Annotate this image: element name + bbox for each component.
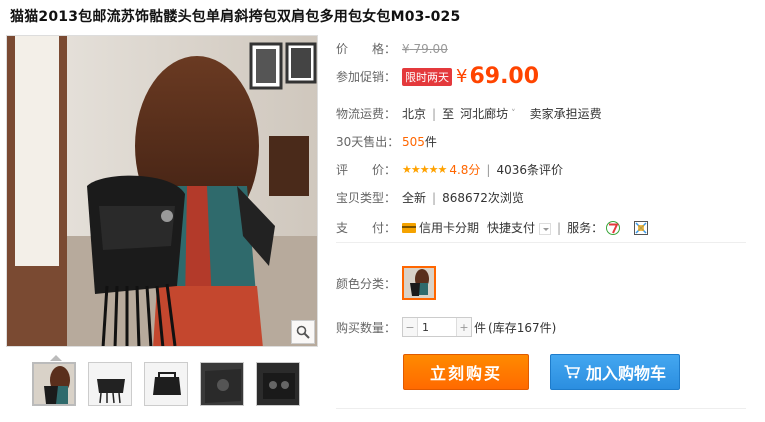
promo-row: 参加促销： 限时两天 ¥ 69.00 xyxy=(336,64,539,89)
shipping-to-word: 至 xyxy=(442,107,455,121)
chevron-down-icon[interactable]: ˅ xyxy=(511,109,516,119)
thumbnail-4[interactable] xyxy=(200,362,244,406)
color-row: 颜色分类： xyxy=(336,266,436,300)
cart-icon xyxy=(564,365,580,379)
shipping-row: 物流运费： 北京 | 至 河北廊坊 ˅ 卖家承担运费 xyxy=(336,105,602,122)
review-count-link[interactable]: 4036条评价 xyxy=(496,161,563,178)
product-photo xyxy=(7,36,317,346)
price-label: 价 格： xyxy=(336,42,397,56)
rating-score: 4.8分 xyxy=(449,163,481,177)
sales-label: 30天售出： xyxy=(336,135,400,149)
rating-row: 评 价： ★★★★★ 4.8分 | 4036条评价 xyxy=(336,161,563,178)
payment-row: 支 付： 信用卡分期 快捷支付 | 服务： xyxy=(336,219,649,236)
promo-currency: ¥ xyxy=(456,66,468,87)
original-price: ¥ 79.00 xyxy=(402,42,448,56)
zoom-button[interactable] xyxy=(291,320,315,344)
rating-stars: ★★★★★ xyxy=(402,163,447,176)
item-type-row: 宝贝类型： 全新 | 868672次浏览 xyxy=(336,189,524,206)
thumbnail-5-image xyxy=(257,363,299,405)
shipping-separator: | xyxy=(432,106,437,121)
rating-separator: | xyxy=(486,162,491,177)
thumbnail-2-image xyxy=(89,363,131,405)
thumbnail-3[interactable] xyxy=(144,362,188,406)
stock-count: (库存167件) xyxy=(488,320,557,335)
color-option-1-image xyxy=(404,268,434,298)
rating-label: 评 价： xyxy=(336,163,397,177)
shipping-from: 北京 xyxy=(402,107,427,121)
item-type-label: 宝贝类型： xyxy=(336,191,397,205)
price-row: 价 格： ¥ 79.00 xyxy=(336,40,448,57)
product-title: 猫猫2013包邮流苏饰骷髅头包单肩斜挎包双肩包多用包女包M03-025 xyxy=(10,9,461,25)
quantity-stepper: − + xyxy=(402,317,472,337)
shipping-label: 物流运费： xyxy=(336,107,397,121)
thumbnail-1[interactable] xyxy=(32,362,76,406)
seven-day-return-icon[interactable] xyxy=(606,220,621,235)
quantity-input[interactable] xyxy=(417,318,457,336)
thumbnail-1-image xyxy=(34,364,74,404)
main-product-image[interactable] xyxy=(6,35,318,347)
color-label: 颜色分类： xyxy=(336,276,397,291)
thumbnail-2[interactable] xyxy=(88,362,132,406)
thumbnail-4-image xyxy=(201,363,243,405)
promo-tag: 限时两天 xyxy=(402,67,452,86)
payment-dropdown-icon[interactable] xyxy=(539,222,552,235)
shipping-destination[interactable]: 河北廊坊 xyxy=(460,105,508,122)
thumbnail-5[interactable] xyxy=(256,362,300,406)
promo-price: 69.00 xyxy=(469,64,540,89)
sales-count: 505 xyxy=(402,134,425,149)
quick-pay[interactable]: 快捷支付 xyxy=(487,219,535,236)
thumb-active-indicator xyxy=(50,355,62,361)
color-option-1[interactable] xyxy=(402,266,436,300)
add-to-cart-button[interactable]: 加入购物车 xyxy=(550,354,680,390)
credit-card-icon xyxy=(402,222,416,233)
view-count: 868672次浏览 xyxy=(442,191,524,205)
options-divider-bottom xyxy=(336,408,746,409)
promo-label: 参加促销： xyxy=(336,70,397,84)
original-price-value: 79.00 xyxy=(413,41,448,56)
payment-separator: | xyxy=(557,220,562,235)
buy-now-button[interactable]: 立刻购买 xyxy=(403,354,529,390)
payment-label: 支 付： xyxy=(336,221,397,235)
magnifier-icon xyxy=(296,325,310,339)
guarantee-icon[interactable] xyxy=(634,220,649,235)
quantity-row: 购买数量： − + 件 (库存167件) xyxy=(336,317,556,337)
thumbnail-3-image xyxy=(145,363,187,405)
thumbnail-strip xyxy=(32,362,300,406)
sales-row: 30天售出： 505 件 xyxy=(336,133,437,150)
options-divider-top xyxy=(336,242,746,243)
item-type-separator: | xyxy=(432,190,437,205)
original-price-currency: ¥ xyxy=(402,41,410,56)
shipping-fee: 卖家承担运费 xyxy=(529,107,602,121)
credit-installment[interactable]: 信用卡分期 xyxy=(419,219,479,236)
item-condition: 全新 xyxy=(402,191,427,205)
service-label: 服务： xyxy=(567,221,604,235)
quantity-label: 购买数量： xyxy=(336,320,397,335)
quantity-increase-button[interactable]: + xyxy=(457,318,471,336)
sales-unit: 件 xyxy=(424,135,437,149)
quantity-unit: 件 xyxy=(474,320,487,335)
quantity-decrease-button[interactable]: − xyxy=(403,318,417,336)
add-to-cart-label: 加入购物车 xyxy=(585,364,666,383)
